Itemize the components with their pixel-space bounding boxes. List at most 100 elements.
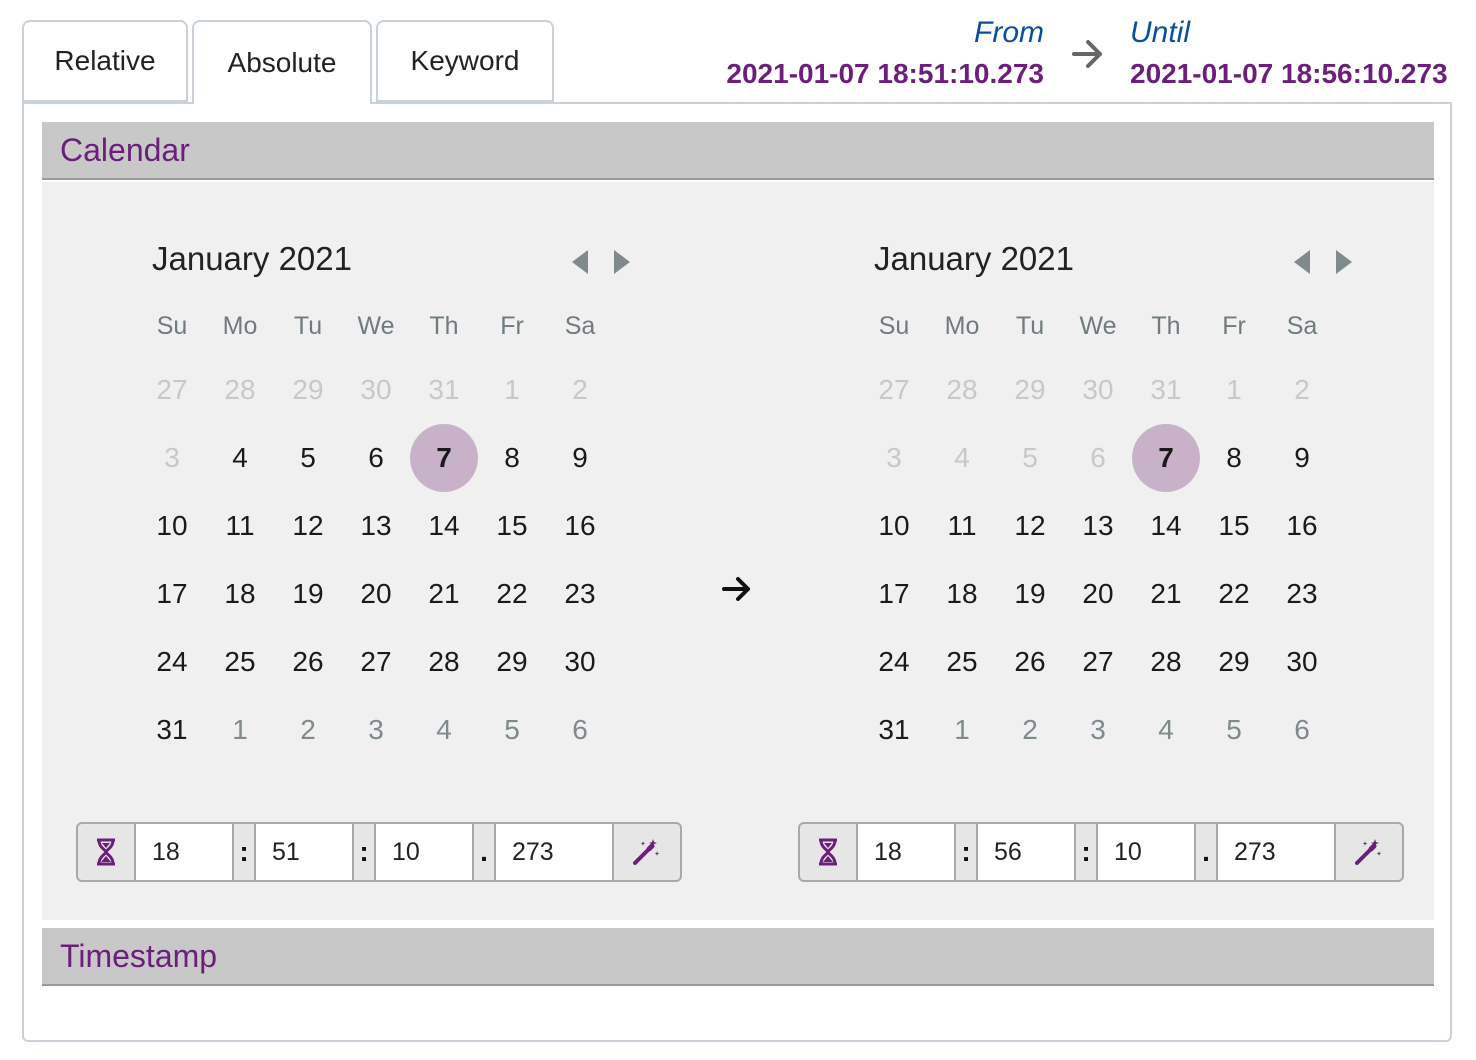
calendar-day[interactable]: 9	[546, 424, 614, 492]
calendar-day[interactable]: 6	[546, 696, 614, 764]
calendar-day-selected[interactable]: 7	[1132, 424, 1200, 492]
calendar-day[interactable]: 4	[1132, 696, 1200, 764]
from-hours-input[interactable]	[136, 824, 234, 880]
calendar-day[interactable]: 8	[478, 424, 546, 492]
calendar-day[interactable]: 5	[996, 424, 1064, 492]
calendar-day[interactable]: 29	[1200, 628, 1268, 696]
calendar-day[interactable]: 23	[1268, 560, 1336, 628]
calendar-day[interactable]: 12	[274, 492, 342, 560]
calendar-day[interactable]: 23	[546, 560, 614, 628]
calendar-day[interactable]: 29	[996, 356, 1064, 424]
calendar-day[interactable]: 29	[274, 356, 342, 424]
tab-absolute[interactable]: Absolute	[192, 20, 372, 104]
until-hourglass-button[interactable]	[800, 824, 858, 880]
calendar-day[interactable]: 3	[138, 424, 206, 492]
calendar-day[interactable]: 3	[1064, 696, 1132, 764]
calendar-day[interactable]: 10	[138, 492, 206, 560]
calendar-day[interactable]: 17	[138, 560, 206, 628]
calendar-day[interactable]: 19	[996, 560, 1064, 628]
calendar-day[interactable]: 30	[546, 628, 614, 696]
calendar-day[interactable]: 5	[274, 424, 342, 492]
from-prev-month-button[interactable]	[568, 248, 592, 276]
from-hourglass-button[interactable]	[78, 824, 136, 880]
calendar-day[interactable]: 4	[928, 424, 996, 492]
calendar-day[interactable]: 19	[274, 560, 342, 628]
timestamp-section-header[interactable]: Timestamp	[42, 928, 1434, 986]
calendar-day[interactable]: 22	[478, 560, 546, 628]
calendar-day[interactable]: 8	[1200, 424, 1268, 492]
until-millis-input[interactable]	[1218, 824, 1336, 880]
calendar-day[interactable]: 30	[1268, 628, 1336, 696]
calendar-day[interactable]: 9	[1268, 424, 1336, 492]
calendar-day[interactable]: 1	[1200, 356, 1268, 424]
calendar-day[interactable]: 4	[206, 424, 274, 492]
calendar-day[interactable]: 5	[1200, 696, 1268, 764]
calendar-day[interactable]: 14	[1132, 492, 1200, 560]
calendar-day[interactable]: 24	[138, 628, 206, 696]
calendar-day[interactable]: 15	[1200, 492, 1268, 560]
calendar-day[interactable]: 31	[410, 356, 478, 424]
calendar-day[interactable]: 28	[1132, 628, 1200, 696]
calendar-day[interactable]: 2	[274, 696, 342, 764]
calendar-day[interactable]: 10	[860, 492, 928, 560]
until-hours-input[interactable]	[858, 824, 956, 880]
from-millis-input[interactable]	[496, 824, 614, 880]
until-seconds-input[interactable]	[1098, 824, 1196, 880]
calendar-day[interactable]: 28	[206, 356, 274, 424]
tab-keyword[interactable]: Keyword	[376, 20, 554, 102]
calendar-day[interactable]: 31	[138, 696, 206, 764]
calendar-day[interactable]: 15	[478, 492, 546, 560]
calendar-section-header[interactable]: Calendar	[42, 122, 1434, 180]
until-minutes-input[interactable]	[978, 824, 1076, 880]
calendar-day[interactable]: 30	[1064, 356, 1132, 424]
calendar-day[interactable]: 20	[1064, 560, 1132, 628]
calendar-day[interactable]: 1	[928, 696, 996, 764]
calendar-day[interactable]: 6	[1064, 424, 1132, 492]
from-minutes-input[interactable]	[256, 824, 354, 880]
calendar-day[interactable]: 3	[860, 424, 928, 492]
calendar-day[interactable]: 4	[410, 696, 478, 764]
calendar-day[interactable]: 26	[274, 628, 342, 696]
from-seconds-input[interactable]	[376, 824, 474, 880]
calendar-day[interactable]: 16	[1268, 492, 1336, 560]
calendar-day[interactable]: 25	[928, 628, 996, 696]
calendar-day[interactable]: 27	[138, 356, 206, 424]
calendar-day[interactable]: 26	[996, 628, 1064, 696]
calendar-day[interactable]: 6	[1268, 696, 1336, 764]
calendar-day[interactable]: 2	[546, 356, 614, 424]
calendar-day[interactable]: 3	[342, 696, 410, 764]
until-magic-wand-button[interactable]	[1336, 824, 1400, 880]
calendar-day[interactable]: 30	[342, 356, 410, 424]
calendar-day[interactable]: 20	[342, 560, 410, 628]
calendar-day[interactable]: 27	[860, 356, 928, 424]
calendar-day[interactable]: 29	[478, 628, 546, 696]
from-next-month-button[interactable]	[610, 248, 634, 276]
calendar-day[interactable]: 24	[860, 628, 928, 696]
calendar-day[interactable]: 13	[1064, 492, 1132, 560]
calendar-day[interactable]: 6	[342, 424, 410, 492]
calendar-day[interactable]: 31	[860, 696, 928, 764]
until-prev-month-button[interactable]	[1290, 248, 1314, 276]
calendar-day[interactable]: 5	[478, 696, 546, 764]
calendar-day[interactable]: 28	[928, 356, 996, 424]
calendar-day[interactable]: 14	[410, 492, 478, 560]
calendar-day[interactable]: 22	[1200, 560, 1268, 628]
calendar-day[interactable]: 21	[410, 560, 478, 628]
calendar-day[interactable]: 1	[206, 696, 274, 764]
calendar-day[interactable]: 21	[1132, 560, 1200, 628]
calendar-day[interactable]: 11	[928, 492, 996, 560]
calendar-day[interactable]: 2	[996, 696, 1064, 764]
from-magic-wand-button[interactable]	[614, 824, 678, 880]
calendar-day-selected[interactable]: 7	[410, 424, 478, 492]
calendar-day[interactable]: 11	[206, 492, 274, 560]
calendar-day[interactable]: 1	[478, 356, 546, 424]
until-next-month-button[interactable]	[1332, 248, 1356, 276]
calendar-day[interactable]: 12	[996, 492, 1064, 560]
calendar-day[interactable]: 25	[206, 628, 274, 696]
calendar-day[interactable]: 28	[410, 628, 478, 696]
calendar-day[interactable]: 2	[1268, 356, 1336, 424]
calendar-day[interactable]: 17	[860, 560, 928, 628]
calendar-day[interactable]: 31	[1132, 356, 1200, 424]
calendar-day[interactable]: 27	[1064, 628, 1132, 696]
tab-relative[interactable]: Relative	[22, 20, 188, 102]
